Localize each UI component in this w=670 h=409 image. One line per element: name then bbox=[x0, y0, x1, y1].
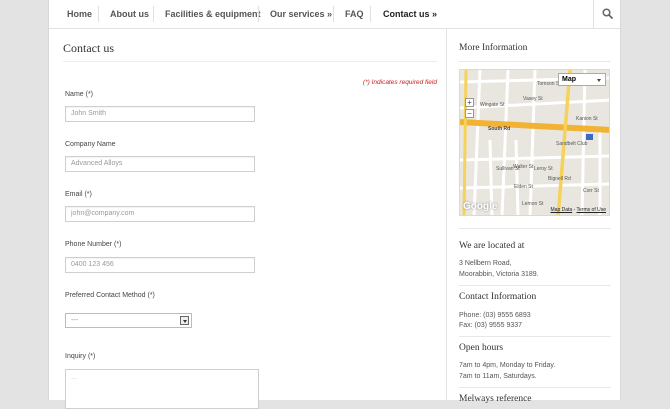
contact-method-value: --- bbox=[71, 317, 78, 324]
nav-about[interactable]: About us bbox=[110, 0, 149, 28]
street-label: Lemon St bbox=[522, 201, 544, 207]
page-container: Home About us Facilities & equipment Our… bbox=[48, 0, 621, 409]
sidebar-title: More Information bbox=[459, 43, 528, 53]
street-label: Corr St bbox=[583, 188, 599, 194]
inquiry-label: Inquiry (*) bbox=[65, 353, 96, 360]
nav-contact[interactable]: Contact us » bbox=[383, 0, 437, 28]
street-label: Wingate St bbox=[480, 102, 505, 108]
nav-separator bbox=[333, 6, 334, 22]
contact-form-section: Contact us (*) Indicates required field … bbox=[63, 28, 437, 409]
column-divider bbox=[446, 28, 447, 400]
search-icon bbox=[602, 8, 613, 19]
location-heading: We are located at bbox=[459, 241, 525, 251]
google-logo: Google bbox=[463, 201, 498, 212]
sidebar-divider bbox=[459, 336, 611, 337]
sidebar-divider bbox=[459, 61, 611, 62]
company-label: Company Name bbox=[65, 141, 116, 148]
name-label: Name (*) bbox=[65, 91, 94, 98]
sidebar-divider bbox=[459, 387, 611, 388]
email-label: Email (*) bbox=[65, 191, 92, 198]
nav-home[interactable]: Home bbox=[67, 0, 92, 28]
page-title: Contact us bbox=[63, 41, 114, 55]
street-label: Bignell Rd bbox=[548, 176, 571, 182]
nav-facilities[interactable]: Facilities & equipment bbox=[165, 0, 261, 28]
address-line-2: Moorabbin, Victoria 3189. bbox=[459, 271, 539, 278]
nav-services[interactable]: Our services » bbox=[270, 0, 332, 28]
phone-text: Phone: (03) 9555 6893 bbox=[459, 312, 531, 319]
contact-method-label: Preferred Contact Method (*) bbox=[65, 292, 155, 299]
nav-separator bbox=[370, 6, 371, 22]
fax-text: Fax: (03) 9555 9337 bbox=[459, 322, 523, 329]
nav-separator bbox=[98, 6, 99, 22]
inquiry-textarea[interactable]: ... bbox=[65, 369, 259, 409]
name-input[interactable]: John Smith bbox=[65, 106, 255, 122]
street-label: Elden St bbox=[514, 184, 534, 190]
street-label: Leroy St bbox=[534, 166, 553, 172]
search-button[interactable] bbox=[593, 0, 620, 28]
nav-separator bbox=[258, 6, 259, 22]
terms-of-use-link[interactable]: Terms of Use bbox=[577, 207, 606, 213]
required-note: (*) Indicates required field bbox=[362, 79, 437, 86]
map-legal: Map Data - Terms of Use bbox=[551, 207, 607, 213]
street-label: Walter St bbox=[513, 164, 534, 170]
zoom-in-button[interactable]: + bbox=[465, 98, 474, 107]
hours-line-1: 7am to 4pm, Monday to Friday. bbox=[459, 362, 556, 369]
map-data-link[interactable]: Map Data bbox=[551, 207, 573, 213]
phone-input[interactable]: 0400 123 456 bbox=[65, 257, 255, 273]
phone-label: Phone Number (*) bbox=[65, 241, 122, 248]
map-type-select[interactable]: Map bbox=[558, 73, 606, 86]
company-input[interactable]: Advanced Alloys bbox=[65, 156, 255, 172]
zoom-out-button[interactable]: − bbox=[465, 109, 474, 118]
hours-line-2: 7am to 11am, Saturdays. bbox=[459, 373, 537, 380]
email-input[interactable]: john@company.com bbox=[65, 206, 255, 222]
main-nav: Home About us Facilities & equipment Our… bbox=[49, 0, 620, 29]
street-label: South Rd bbox=[488, 126, 510, 132]
street-label: Sandbelt Club bbox=[556, 141, 588, 147]
contact-heading: Contact Information bbox=[459, 292, 537, 302]
location-map[interactable]: Tomson St Vasey St Wingate St Kanion St … bbox=[459, 69, 610, 216]
melways-heading: Melways reference bbox=[459, 394, 532, 404]
hours-heading: Open hours bbox=[459, 343, 504, 353]
street-label: Kanion St bbox=[576, 116, 598, 122]
nav-separator bbox=[153, 6, 154, 22]
sidebar: More Information Tomson St Vasey St Wing… bbox=[459, 28, 611, 404]
map-canvas: Tomson St Vasey St Wingate St Kanion St … bbox=[460, 70, 609, 215]
street-label: Vasey St bbox=[523, 96, 543, 102]
address-line-1: 3 Nellbern Road, bbox=[459, 260, 512, 267]
chevron-down-icon bbox=[180, 316, 189, 325]
contact-method-select[interactable]: --- bbox=[65, 313, 192, 328]
nav-faq[interactable]: FAQ bbox=[345, 0, 364, 28]
sidebar-divider bbox=[459, 285, 611, 286]
sidebar-divider bbox=[459, 228, 611, 229]
title-divider bbox=[63, 61, 437, 62]
